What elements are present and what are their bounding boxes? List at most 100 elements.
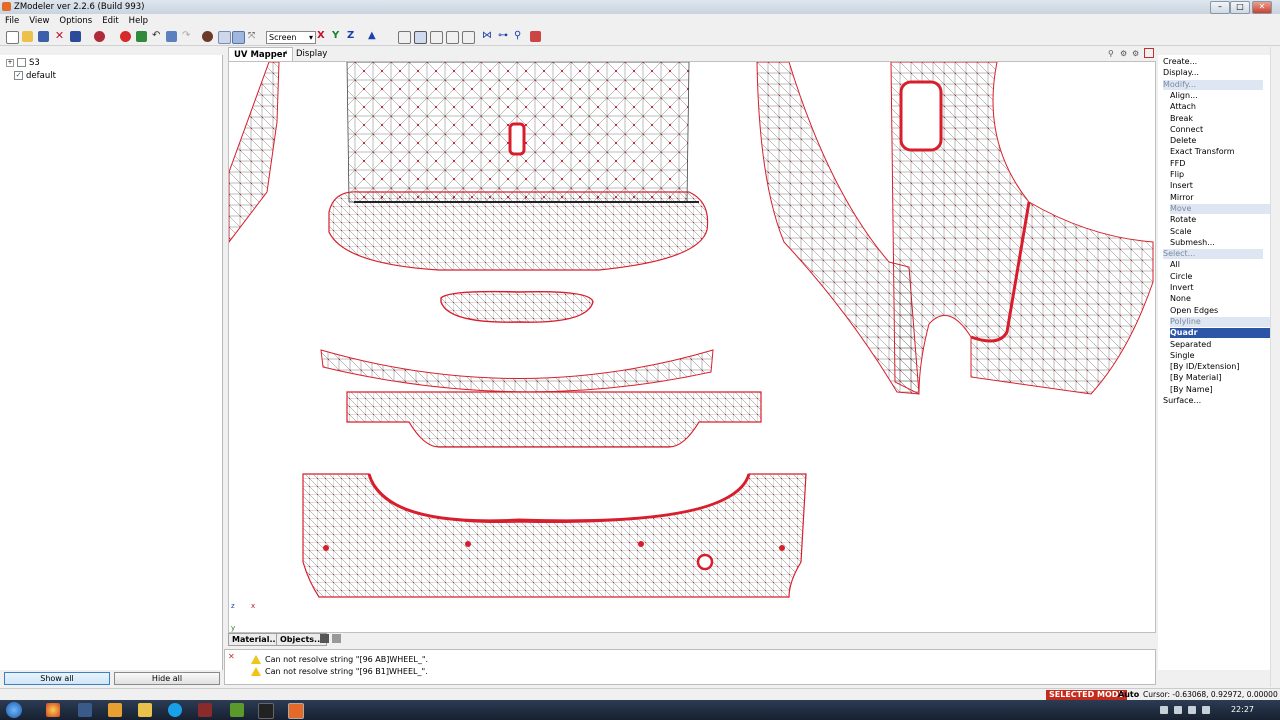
uv-mesh-canvas[interactable]: z x y bbox=[229, 62, 1155, 632]
command-exact-transform[interactable]: Exact Transform bbox=[1170, 147, 1270, 157]
windows-icon[interactable] bbox=[78, 703, 92, 717]
visibility-checkbox[interactable]: ✓ bbox=[14, 71, 23, 80]
open-folder-icon[interactable] bbox=[22, 31, 33, 42]
uv-island-arc[interactable] bbox=[320, 349, 714, 393]
menu-view[interactable]: View bbox=[24, 14, 54, 28]
expand-icon[interactable]: + bbox=[6, 58, 14, 67]
volume-icon[interactable] bbox=[1202, 706, 1210, 714]
uv-viewport[interactable]: z x y bbox=[228, 61, 1156, 633]
visibility-checkbox[interactable] bbox=[17, 58, 26, 67]
command-align[interactable]: Align... bbox=[1170, 91, 1270, 101]
uv-island-lip[interactable] bbox=[328, 191, 709, 271]
settings-icon[interactable]: ⚙ bbox=[1120, 49, 1127, 58]
face-mode-icon[interactable] bbox=[430, 31, 443, 44]
bones-icon[interactable]: ⚲ bbox=[514, 31, 525, 42]
delete-icon[interactable]: ✕ bbox=[54, 30, 65, 42]
uv-island-badge[interactable] bbox=[508, 122, 526, 156]
command-all[interactable]: All bbox=[1170, 260, 1270, 270]
tray-icon-2[interactable] bbox=[1174, 706, 1182, 714]
close-log-icon[interactable]: ✕ bbox=[228, 652, 235, 661]
edge-mode-icon[interactable] bbox=[414, 31, 427, 44]
zoom-icon[interactable]: ⚲ bbox=[1108, 49, 1114, 58]
vertex-mode-icon[interactable] bbox=[398, 31, 411, 44]
save-icon[interactable] bbox=[38, 31, 49, 42]
coordinate-system-select[interactable]: Screen bbox=[266, 31, 316, 44]
mesh-mode-icon[interactable] bbox=[462, 31, 475, 44]
command-select[interactable]: Select... bbox=[1163, 249, 1263, 260]
command-by-id-extension[interactable]: [By ID/Extension] bbox=[1170, 362, 1270, 372]
command-modify[interactable]: Modify... bbox=[1163, 79, 1263, 90]
select-tool-icon[interactable] bbox=[218, 31, 231, 44]
command-surface[interactable]: Surface... bbox=[1163, 396, 1263, 406]
uv-island-tow-hook[interactable] bbox=[696, 553, 714, 571]
chrome-icon[interactable] bbox=[46, 703, 60, 717]
command-delete[interactable]: Delete bbox=[1170, 136, 1270, 146]
menu-file[interactable]: File bbox=[0, 14, 24, 28]
command-separated[interactable]: Separated bbox=[1170, 340, 1270, 350]
start-button[interactable] bbox=[6, 702, 22, 718]
redo-icon[interactable]: ↷ bbox=[182, 31, 193, 42]
network-icon[interactable] bbox=[1188, 706, 1196, 714]
close-button[interactable]: ✕ bbox=[1252, 1, 1272, 14]
command-display[interactable]: Display... bbox=[1163, 68, 1263, 78]
import-icon[interactable] bbox=[70, 31, 81, 42]
command-attach[interactable]: Attach bbox=[1170, 102, 1270, 112]
tree-item-s3[interactable]: + S3 bbox=[6, 57, 40, 68]
menu-edit[interactable]: Edit bbox=[97, 14, 123, 28]
tab-arrow-icon[interactable]: ‹ bbox=[284, 48, 288, 58]
hierarchy-icon[interactable]: ⊶ bbox=[498, 31, 509, 42]
uv-island-bumper-band[interactable] bbox=[346, 391, 762, 448]
grid-toggle-icon-2[interactable] bbox=[332, 634, 341, 643]
media-player-icon[interactable] bbox=[108, 703, 122, 717]
zmodeler-taskbar-icon[interactable] bbox=[288, 703, 304, 719]
terminal-icon[interactable] bbox=[258, 703, 274, 719]
properties-icon[interactable] bbox=[166, 31, 177, 42]
hide-all-button[interactable]: Hide all bbox=[114, 672, 220, 685]
tray-icon-1[interactable] bbox=[1160, 706, 1168, 714]
paint-icon[interactable] bbox=[202, 31, 213, 42]
command-mirror[interactable]: Mirror bbox=[1170, 193, 1270, 203]
command-move[interactable]: Move bbox=[1170, 203, 1270, 214]
command-flip[interactable]: Flip bbox=[1170, 170, 1270, 180]
command-by-material[interactable]: [By Material] bbox=[1170, 373, 1270, 383]
command-scale[interactable]: Scale bbox=[1170, 227, 1270, 237]
record-icon[interactable] bbox=[120, 31, 131, 42]
material-icon[interactable] bbox=[136, 31, 147, 42]
link-icon[interactable]: ⋈ bbox=[482, 31, 493, 42]
snap-icon[interactable]: ▲ bbox=[368, 31, 379, 42]
command-submesh[interactable]: Submesh... bbox=[1170, 238, 1270, 248]
maximize-button[interactable]: □ bbox=[1230, 1, 1250, 14]
command-rotate[interactable]: Rotate bbox=[1170, 215, 1270, 225]
uv-island-left[interactable] bbox=[229, 62, 280, 243]
render-icon[interactable] bbox=[94, 31, 105, 42]
command-by-name[interactable]: [By Name] bbox=[1170, 385, 1270, 395]
pointer-tool-icon[interactable]: ⤧ bbox=[248, 31, 259, 42]
command-open-edges[interactable]: Open Edges bbox=[1170, 306, 1270, 316]
command-connect[interactable]: Connect bbox=[1170, 125, 1270, 135]
tab-display[interactable]: Display bbox=[296, 49, 327, 59]
selection-mode-badge[interactable]: SELECTED MODE bbox=[1046, 690, 1127, 700]
plugin-icon[interactable] bbox=[530, 31, 541, 42]
command-none[interactable]: None bbox=[1170, 294, 1270, 304]
command-ffd[interactable]: FFD bbox=[1170, 159, 1270, 169]
message-log[interactable]: ✕ Can not resolve string "[96 AB]WHEEL_"… bbox=[224, 649, 1156, 685]
command-break[interactable]: Break bbox=[1170, 114, 1270, 124]
explorer-icon[interactable] bbox=[138, 703, 152, 717]
app-icon-red[interactable] bbox=[198, 703, 212, 717]
maximize-viewport-icon[interactable] bbox=[1144, 48, 1154, 58]
undo-icon[interactable]: ↶ bbox=[152, 31, 163, 42]
axis-x-toggle[interactable]: X bbox=[317, 30, 325, 41]
new-file-icon[interactable] bbox=[6, 31, 19, 44]
menu-options[interactable]: Options bbox=[54, 14, 97, 28]
lasso-tool-icon[interactable] bbox=[232, 31, 245, 44]
gear-icon[interactable]: ⚙ bbox=[1132, 49, 1139, 58]
uv-island-grille[interactable] bbox=[440, 290, 594, 323]
skype-icon[interactable] bbox=[168, 703, 182, 717]
app-icon-green[interactable] bbox=[230, 703, 244, 717]
command-circle[interactable]: Circle bbox=[1170, 272, 1270, 282]
minimize-button[interactable]: – bbox=[1210, 1, 1230, 14]
menu-help[interactable]: Help bbox=[124, 14, 153, 28]
command-polyline[interactable]: Polyline bbox=[1170, 316, 1270, 327]
command-quadr[interactable]: Quadr bbox=[1170, 328, 1270, 339]
command-create[interactable]: Create... bbox=[1163, 57, 1263, 67]
